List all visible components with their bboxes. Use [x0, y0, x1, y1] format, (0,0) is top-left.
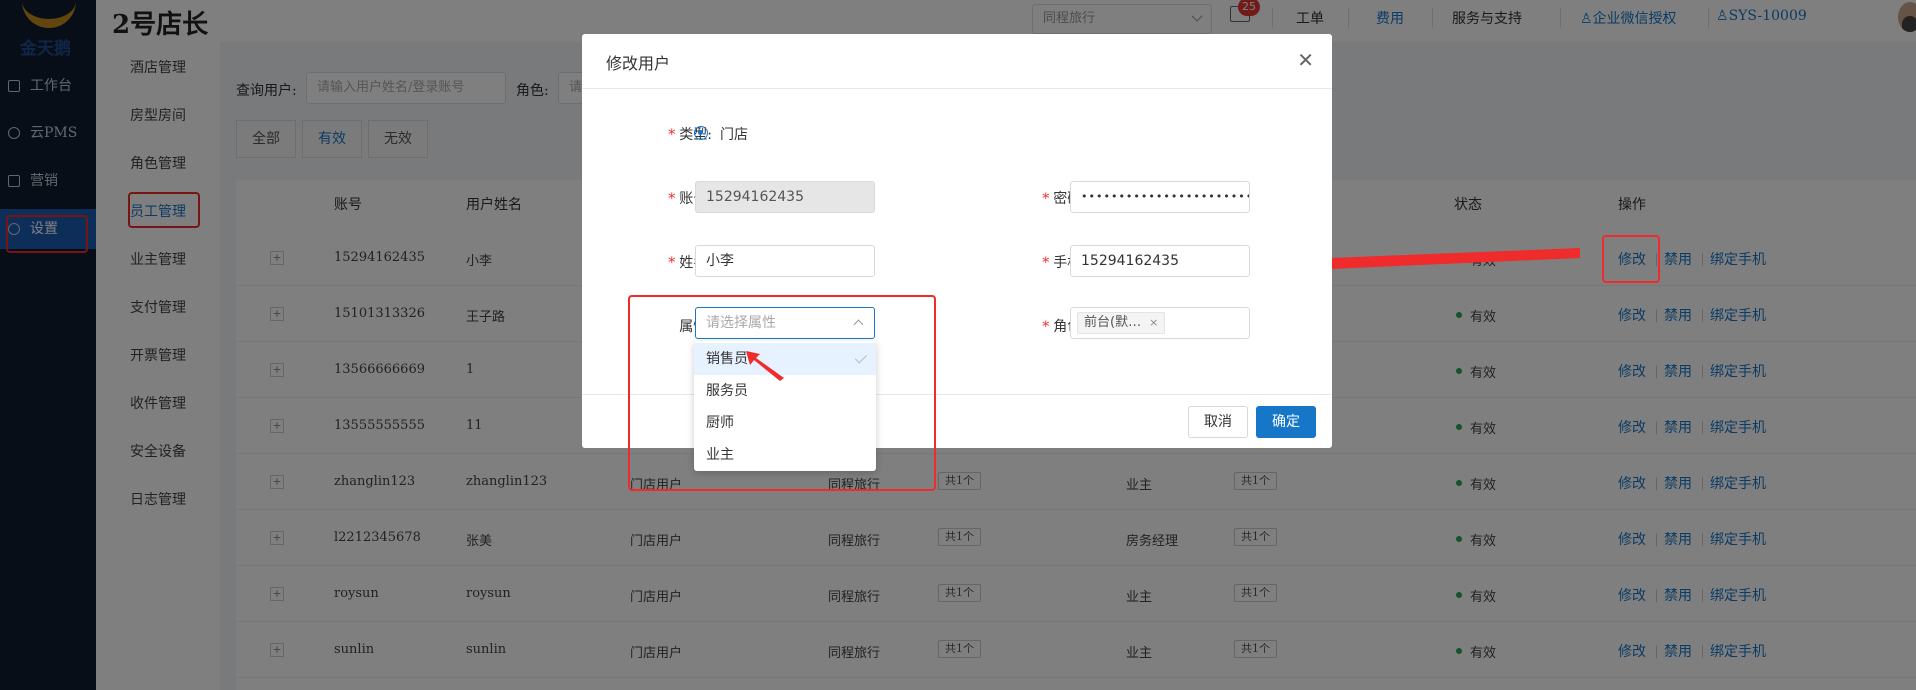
annotation-box-attribute: [628, 295, 936, 491]
account-field: 15294162435: [695, 181, 875, 213]
divider: [582, 88, 1332, 89]
cancel-button[interactable]: 取消: [1188, 406, 1248, 438]
annotation-arrow-icon: [1296, 248, 1580, 280]
annotation-pointer-icon: [746, 351, 784, 381]
confirm-button[interactable]: 确定: [1256, 406, 1316, 438]
name-field[interactable]: 小李: [695, 245, 875, 277]
role-tag-label: 前台(默…: [1084, 315, 1142, 330]
role-tag: 前台(默… ×: [1077, 312, 1166, 334]
dialog-title: 修改用户: [606, 54, 671, 73]
password-field[interactable]: •••••••••••••••••••••••: [1070, 181, 1250, 213]
phone-field[interactable]: 15294162435: [1070, 245, 1250, 277]
type-radio[interactable]: [694, 126, 708, 140]
role-select[interactable]: 前台(默… ×: [1070, 307, 1250, 339]
tag-close-icon[interactable]: ×: [1149, 313, 1158, 333]
close-icon[interactable]: ✕: [1297, 48, 1314, 72]
type-radio-label: 门店: [720, 127, 748, 143]
